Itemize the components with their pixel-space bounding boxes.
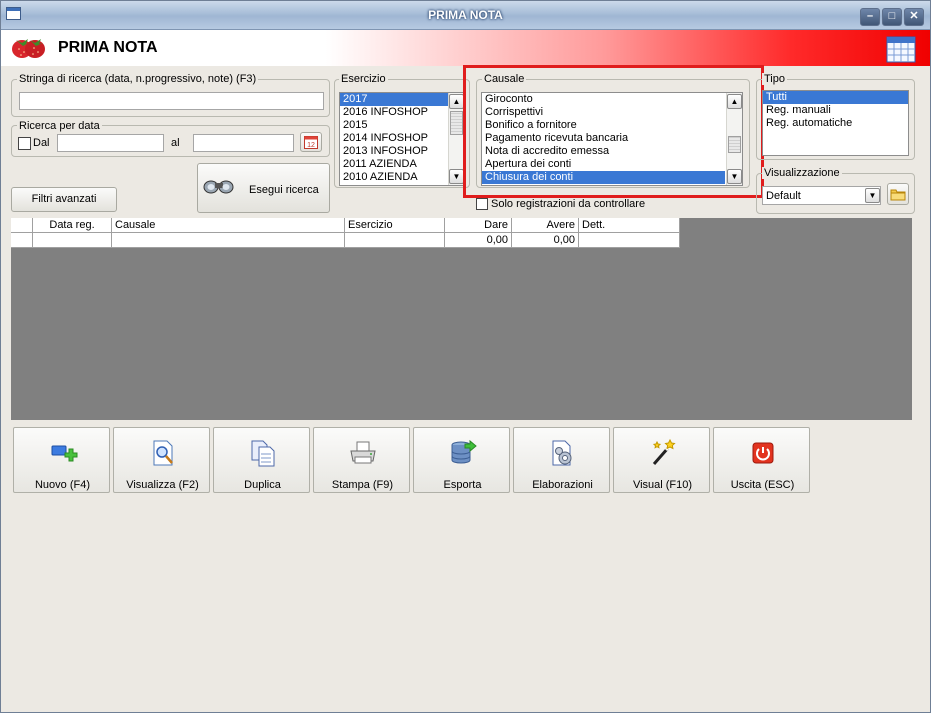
view-button-label: Visualizza (F2) (126, 479, 199, 491)
strawberry-logo-icon (12, 39, 45, 58)
to-date-input[interactable] (193, 134, 294, 152)
esercizio-list-item[interactable]: 2016 INFOSHOP (340, 106, 448, 119)
window-title: PRIMA NOTA (428, 8, 503, 22)
duplicate-button-label: Duplica (244, 479, 281, 491)
esercizio-listbox[interactable]: 2017 2016 INFOSHOP 2015 2014 INFOSHOP 2013 I… (339, 92, 464, 186)
view-icon (153, 440, 173, 466)
dare-cell: 0,00 (445, 233, 512, 247)
records-grid[interactable]: Data reg. Causale Esercizio Dare Avere D… (11, 218, 912, 420)
visual-button[interactable]: Visual (F10) (613, 427, 710, 493)
avere-cell: 0,00 (512, 233, 579, 247)
page-title: PRIMA NOTA (58, 39, 158, 56)
visualizzazione-value: Default (766, 190, 801, 202)
esercizio-list-item[interactable]: 2015 (340, 119, 448, 132)
calendar-small-icon: 12 (304, 136, 318, 149)
tipo-listbox[interactable]: Tutti Reg. manuali Reg. automatiche (762, 90, 909, 156)
esercizio-label: Esercizio (339, 73, 388, 85)
esercizio-list-item[interactable]: 2017 (340, 93, 448, 106)
to-check-checkbox[interactable] (476, 198, 488, 210)
visual-button-label: Visual (F10) (632, 479, 693, 491)
esercizio-list-item[interactable]: 2011 AZIENDA (340, 158, 448, 171)
duplicate-button[interactable]: Duplica (213, 427, 310, 493)
scroll-up-icon[interactable]: ▲ (449, 94, 463, 109)
date-picker-button[interactable]: 12 (300, 132, 322, 152)
print-icon (350, 441, 376, 464)
duplicate-icon (251, 440, 275, 467)
advanced-filters-button[interactable]: Filtri avanzati (11, 187, 117, 212)
minimize-button[interactable]: – (860, 8, 880, 26)
new-button[interactable]: Nuovo (F4) (13, 427, 110, 493)
run-search-button[interactable]: Esegui ricerca (197, 163, 330, 213)
maximize-button[interactable]: □ (882, 8, 902, 26)
from-date-input[interactable] (57, 134, 164, 152)
tipo-list-item[interactable]: Tutti (763, 91, 908, 104)
column-header[interactable]: Dare (445, 218, 512, 232)
exit-button-label: Uscita (ESC) (730, 479, 795, 491)
column-header[interactable]: Dett. (579, 218, 680, 232)
export-icon (451, 439, 477, 464)
esercizio-list-item[interactable]: 2014 INFOSHOP (340, 132, 448, 145)
scroll-down-icon[interactable]: ▼ (449, 169, 463, 184)
to-check-label: Solo registrazioni da controllare (491, 198, 646, 210)
column-header[interactable]: Esercizio (345, 218, 445, 232)
highlight-box (463, 65, 764, 198)
process-button[interactable]: Elaborazioni (513, 427, 610, 493)
search-label: Stringa di ricerca (data, n.progressivo,… (17, 73, 259, 85)
from-date-checkbox[interactable] (18, 137, 31, 150)
table-row[interactable]: 0,00 0,00 (11, 233, 680, 248)
svg-text:12: 12 (307, 142, 315, 149)
process-button-label: Elaborazioni (532, 479, 593, 491)
exit-icon (752, 442, 774, 464)
exit-button[interactable]: Uscita (ESC) (713, 427, 810, 493)
print-button-label: Stampa (F9) (331, 479, 394, 491)
esercizio-scrollbar[interactable]: ▲ ▼ (448, 93, 463, 185)
date-search-label: Ricerca per data (17, 120, 102, 132)
print-button[interactable]: Stampa (F9) (313, 427, 410, 493)
new-button-label: Nuovo (F4) (34, 479, 91, 491)
column-header[interactable]: Causale (112, 218, 345, 232)
new-icon (51, 445, 78, 462)
calendar-icon[interactable] (886, 36, 916, 63)
from-date-label: Dal (33, 137, 50, 149)
tipo-list-item[interactable]: Reg. manuali (763, 104, 908, 117)
to-date-label: al (171, 137, 180, 149)
open-folder-button[interactable] (887, 183, 909, 205)
magic-wand-icon (652, 438, 676, 465)
title-bar: PRIMA NOTA – □ ✕ (0, 0, 931, 30)
tipo-list-item[interactable]: Reg. automatiche (763, 117, 908, 130)
visualizzazione-label: Visualizzazione (762, 167, 842, 179)
folder-icon (890, 189, 906, 201)
view-button[interactable]: Visualizza (F2) (113, 427, 210, 493)
header-banner: PRIMA NOTA (0, 30, 931, 66)
binoculars-icon (203, 180, 234, 194)
export-button[interactable]: Esporta (413, 427, 510, 493)
export-button-label: Esporta (443, 479, 482, 491)
scroll-thumb[interactable] (450, 111, 463, 135)
run-search-label: Esegui ricerca (249, 184, 319, 196)
column-header[interactable]: Avere (512, 218, 579, 232)
grid-header: Data reg. Causale Esercizio Dare Avere D… (11, 218, 680, 233)
tipo-label: Tipo (762, 73, 787, 85)
chevron-down-icon[interactable]: ▼ (865, 188, 880, 203)
esercizio-list-item[interactable]: 2010 AZIENDA (340, 171, 448, 184)
close-button[interactable]: ✕ (904, 8, 924, 26)
esercizio-list-item[interactable]: 2013 INFOSHOP (340, 145, 448, 158)
visualizzazione-select[interactable]: Default ▼ (762, 186, 881, 205)
process-icon (552, 440, 572, 466)
search-input[interactable] (19, 92, 324, 110)
column-header[interactable]: Data reg. (33, 218, 112, 232)
